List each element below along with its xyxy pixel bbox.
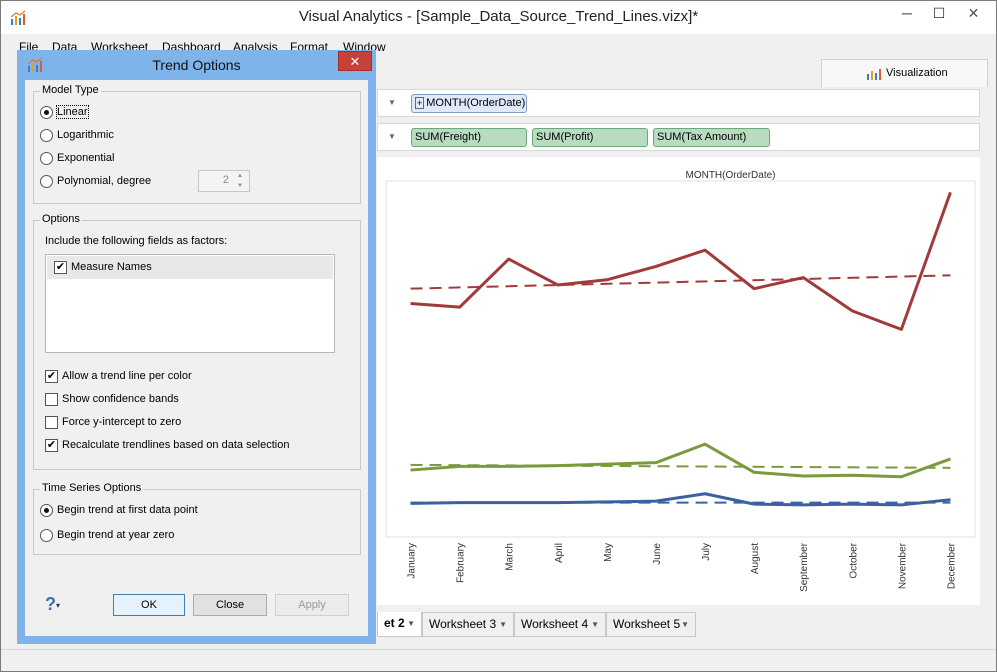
- check-confidence-bands-label: Show confidence bands: [62, 393, 179, 405]
- x-tick-label: September: [799, 542, 810, 592]
- help-glyph: ?: [45, 594, 56, 614]
- apply-button[interactable]: Apply: [275, 594, 349, 616]
- factor-measure-names-label: Measure Names: [71, 261, 152, 273]
- checkbox[interactable]: [45, 416, 58, 429]
- checkbox[interactable]: [45, 393, 58, 406]
- checkbox[interactable]: ✔: [54, 261, 67, 274]
- radio-year-zero-label: Begin trend at year zero: [57, 529, 175, 541]
- row-pill-profit[interactable]: SUM(Profit): [532, 128, 648, 147]
- check-trend-per-color-label: Allow a trend line per color: [62, 370, 192, 382]
- chevron-down-icon[interactable]: ▼: [681, 613, 689, 636]
- help-icon[interactable]: ?▾: [45, 594, 60, 615]
- x-tick-label: May: [603, 543, 614, 562]
- sheet-tab-label: Worksheet 4: [521, 617, 589, 631]
- tab-visualization-label: Visualization: [886, 67, 948, 79]
- radio-indicator[interactable]: [40, 129, 53, 142]
- close-window-button[interactable]: ✕: [951, 1, 996, 27]
- ok-button[interactable]: OK: [113, 594, 185, 616]
- radio-indicator[interactable]: [40, 106, 53, 119]
- options-legend: Options: [40, 213, 82, 225]
- factors-label: Include the following fields as factors:: [45, 235, 228, 247]
- check-force-intercept-label: Force y-intercept to zero: [62, 416, 182, 428]
- row-pill-tax-amount[interactable]: SUM(Tax Amount): [653, 128, 770, 147]
- chevron-down-icon[interactable]: ▼: [388, 98, 396, 107]
- sheet-tab-worksheet-2[interactable]: et 2 ▼: [377, 612, 422, 637]
- x-tick-label: June: [652, 543, 663, 565]
- sheet-tab-worksheet-4[interactable]: Worksheet 4 ▼: [514, 612, 606, 637]
- window-title: Visual Analytics - [Sample_Data_Source_T…: [298, 8, 699, 25]
- sheet-tab-label: Worksheet 3: [429, 617, 497, 631]
- list-item[interactable]: ✔ Measure Names: [47, 256, 333, 279]
- x-tick-label: July: [701, 543, 712, 561]
- chevron-down-icon[interactable]: ▼: [407, 612, 415, 635]
- radio-indicator[interactable]: [40, 504, 53, 517]
- sheet-tab-worksheet-3[interactable]: Worksheet 3 ▼: [422, 612, 514, 637]
- chart-panel: MONTH(OrderDate) January February March Apri…: [377, 157, 980, 605]
- factors-list[interactable]: ✔ Measure Names: [45, 254, 335, 353]
- x-tick-label: December: [946, 542, 957, 589]
- radio-indicator[interactable]: [40, 152, 53, 165]
- radio-first-data-point-label: Begin trend at first data point: [57, 504, 198, 516]
- radio-linear-label: Linear: [56, 105, 89, 119]
- radio-indicator[interactable]: [40, 529, 53, 542]
- tab-visualization[interactable]: Visualization: [821, 59, 988, 87]
- sheet-tab-bar: et 2 ▼ Worksheet 3 ▼ Worksheet 4 ▼ Workshee…: [377, 612, 987, 638]
- dialog-close-button[interactable]: ✕: [338, 51, 372, 71]
- x-tick-label: February: [456, 543, 467, 583]
- chart-icon: [867, 69, 881, 80]
- rows-shelf[interactable]: ▼ SUM(Freight) SUM(Profit) SUM(Tax Amoun…: [377, 123, 980, 151]
- chevron-down-icon[interactable]: ▼: [388, 132, 396, 141]
- checkbox[interactable]: ✔: [45, 439, 58, 452]
- time-series-legend: Time Series Options: [40, 482, 144, 494]
- columns-shelf[interactable]: ▼ + MONTH(OrderDate): [377, 89, 980, 117]
- radio-logarithmic-label: Logarithmic: [57, 129, 114, 141]
- minimize-button[interactable]: ─: [891, 1, 923, 27]
- row-pill-freight[interactable]: SUM(Freight): [411, 128, 527, 147]
- sheet-tab-worksheet-5[interactable]: Worksheet 5 ▼: [606, 612, 696, 637]
- x-tick-label: August: [750, 543, 761, 574]
- x-tick-label: October: [848, 542, 859, 578]
- chevron-down-icon[interactable]: ▼: [499, 613, 507, 636]
- chevron-down-icon[interactable]: ▾: [56, 601, 60, 610]
- check-recalculate-label: Recalculate trendlines based on data sel…: [62, 439, 290, 451]
- chevron-down-icon[interactable]: ▼: [591, 613, 599, 636]
- radio-exponential-label: Exponential: [57, 152, 115, 164]
- column-pill[interactable]: + MONTH(OrderDate): [411, 94, 527, 113]
- line-chart[interactable]: MONTH(OrderDate) January February March Apri…: [377, 157, 980, 605]
- x-tick-label: April: [554, 543, 565, 563]
- x-tick-label: January: [407, 543, 418, 579]
- checkbox[interactable]: ✔: [45, 370, 58, 383]
- close-button[interactable]: Close: [193, 594, 267, 616]
- column-pill-label: MONTH(OrderDate): [426, 97, 526, 109]
- stepper-down-icon[interactable]: ▼: [232, 181, 248, 191]
- degree-value: 2: [222, 174, 229, 186]
- plot-area: [385, 180, 976, 538]
- stepper-up-icon[interactable]: ▲: [232, 171, 248, 181]
- x-tick-label: November: [897, 542, 908, 589]
- title-bar: Visual Analytics - [Sample_Data_Source_T…: [1, 1, 996, 34]
- radio-indicator[interactable]: [40, 175, 53, 188]
- sheet-tab-label: et 2: [384, 616, 405, 630]
- radio-polynomial-label: Polynomial, degree: [57, 175, 152, 187]
- chart-title: MONTH(OrderDate): [685, 170, 775, 181]
- status-bar: [1, 649, 996, 671]
- time-series-group: Time Series Options: [33, 482, 361, 555]
- x-tick-label: March: [505, 543, 516, 571]
- model-type-legend: Model Type: [40, 84, 101, 96]
- expand-icon[interactable]: +: [415, 97, 425, 109]
- dialog-title: Trend Options: [152, 57, 241, 73]
- sheet-tab-label: Worksheet 5: [613, 617, 681, 631]
- degree-stepper[interactable]: 2 ▲ ▼: [198, 170, 250, 192]
